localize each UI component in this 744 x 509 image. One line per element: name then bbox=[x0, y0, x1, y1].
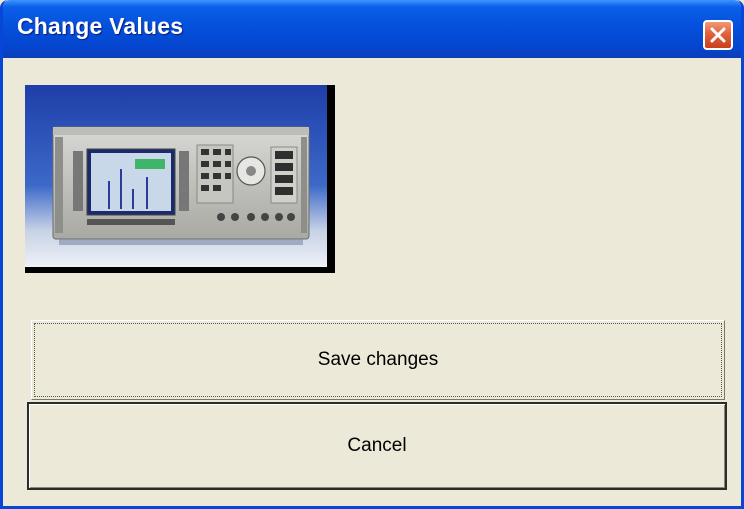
dialog-window: Change Values Save changes Cancel bbox=[0, 0, 744, 509]
instrument-image bbox=[25, 85, 335, 273]
close-icon bbox=[710, 27, 726, 43]
title-bar[interactable]: Change Values bbox=[3, 0, 741, 58]
save-changes-button[interactable]: Save changes bbox=[31, 320, 725, 400]
close-button[interactable] bbox=[703, 20, 733, 50]
cancel-button[interactable]: Cancel bbox=[27, 402, 727, 490]
window-title: Change Values bbox=[17, 13, 184, 39]
